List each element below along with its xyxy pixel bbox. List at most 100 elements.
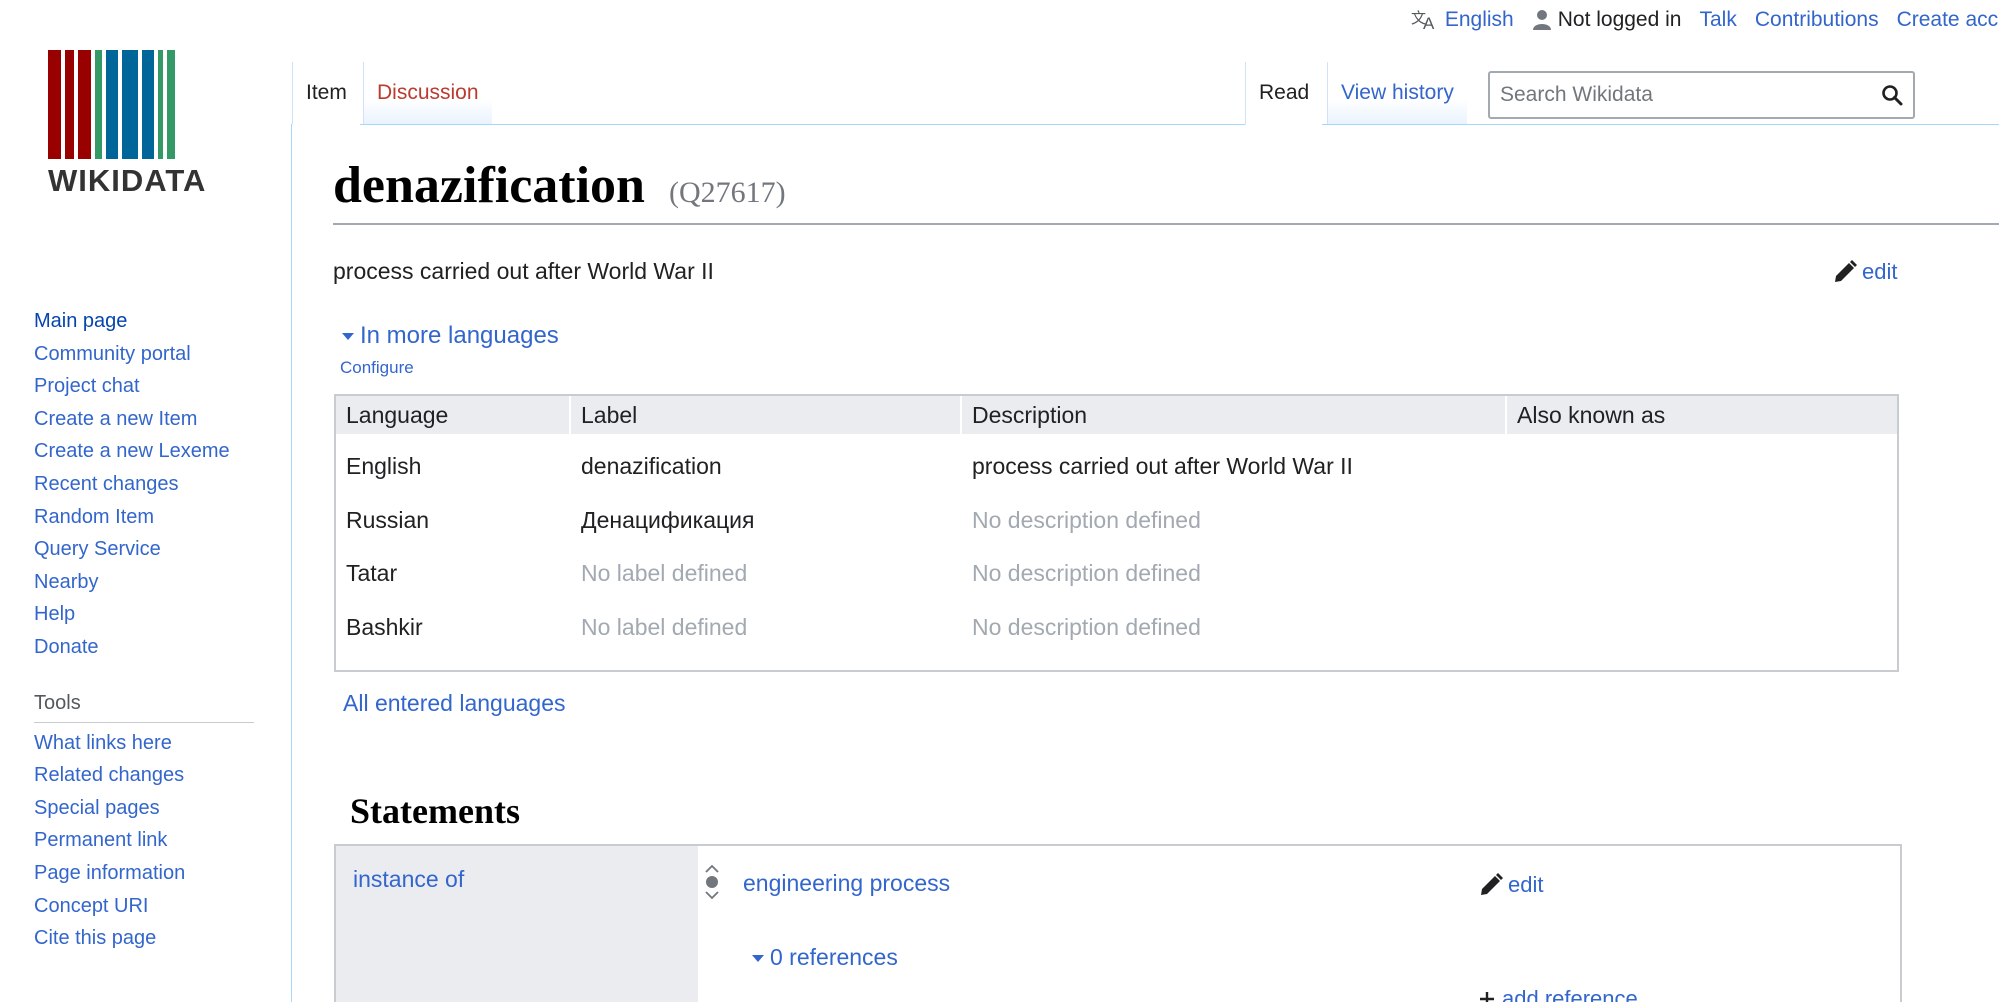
sidebar-item-nearby[interactable]: Nearby [34,566,264,599]
sidebar-item-help[interactable]: Help [34,598,264,631]
language-cell: Tatar [346,560,398,587]
label-cell: Денацификация [581,506,755,533]
in-more-languages-label: In more languages [360,322,559,349]
table-header: Language Label Description Also known as [336,396,1897,434]
sidebar-item-random-item[interactable]: Random Item [34,501,264,534]
sidebar-tools: What links here Related changes Special … [34,727,264,955]
logo-bar [167,50,175,159]
create-account-link[interactable]: Create account [1897,8,1999,32]
language-link[interactable]: English [1445,8,1514,32]
item-id: (Q27617) [668,176,786,209]
sidebar-item-main-page[interactable]: Main page [34,305,264,338]
search-input[interactable] [1500,83,1860,107]
description-cell: No description defined [972,613,1201,640]
column-header-aliases: Also known as [1517,402,1666,428]
svg-text:A: A [1423,14,1435,31]
tab-item[interactable]: Item [292,62,360,125]
all-entered-languages-link[interactable]: All entered languages [343,690,566,717]
column-header-description: Description [962,396,1507,434]
sidebar-item-related-changes[interactable]: Related changes [34,759,264,792]
item-description: process carried out after World War II [333,258,714,284]
statements-heading: Statements [350,791,520,831]
talk-link[interactable]: Talk [1699,8,1736,32]
logo-bar [122,50,138,159]
sidebar-item-what-links-here[interactable]: What links here [34,727,264,760]
add-reference-label: add reference [1502,986,1638,1002]
user-icon [1532,10,1551,30]
pencil-icon [1835,260,1857,282]
in-more-languages-toggle[interactable]: In more languages [342,322,559,350]
table-row: Tatar No label defined No description de… [336,547,1897,601]
language-selector[interactable]: 文A English [1411,8,1514,32]
table-row: Russian Денацификация No description def… [336,494,1897,548]
logo-bar [48,50,61,159]
tab-read[interactable]: Read [1245,62,1323,125]
plus-icon [1480,992,1494,1002]
edit-label: edit [1862,259,1898,284]
sidebar-item-community-portal[interactable]: Community portal [34,338,264,371]
sidebar-item-cite-this-page[interactable]: Cite this page [34,922,264,955]
logo-bar [142,50,154,159]
logo-barcode [48,50,230,159]
logo-bar [158,50,163,159]
tab-view-history[interactable]: View history [1327,62,1467,124]
tab-discussion-label: Discussion [377,81,479,104]
pencil-icon [1481,873,1503,895]
sidebar-item-create-lexeme[interactable]: Create a new Lexeme [34,435,264,468]
sidebar-item-project-chat[interactable]: Project chat [34,370,264,403]
sidebar-item-permanent-link[interactable]: Permanent link [34,824,264,857]
sidebar-item-special-pages[interactable]: Special pages [34,792,264,825]
description-cell: No description defined [972,506,1201,533]
page-heading: denazification (Q27617) [333,156,1999,225]
description-cell: No description defined [972,560,1201,587]
sidebar-item-page-information[interactable]: Page information [34,857,264,890]
configure-link[interactable]: Configure [340,358,414,378]
edit-statement-button[interactable]: edit [1478,872,1543,898]
references-label: 0 references [770,944,898,970]
language-cell: English [346,453,422,480]
sidebar-item-donate[interactable]: Donate [34,631,264,664]
tab-read-label: Read [1259,81,1310,104]
sidebar-item-concept-uri[interactable]: Concept URI [34,890,264,923]
language-cell: Bashkir [346,613,423,640]
logo-bar [78,50,91,159]
tab-view-history-label: View history [1341,81,1454,104]
label-cell: No label defined [581,560,748,587]
personal-tools: 文A English Not logged in Talk Contributi… [1411,0,1999,40]
add-reference-button[interactable]: add reference [1478,986,1638,1002]
rank-selector-icon[interactable] [704,864,720,905]
search-box [1488,71,1915,119]
tab-item-label: Item [306,81,347,104]
tools-heading: Tools [34,688,254,723]
property-link[interactable]: instance of [353,866,464,892]
table-row: Bashkir No label defined No description … [336,601,1897,655]
sidebar-item-create-item[interactable]: Create a new Item [34,403,264,436]
wikidata-logo[interactable]: WIKIDATA [48,50,230,200]
column-header-label: Label [571,396,962,434]
table-row: English denazification process carried o… [336,440,1897,494]
statement-body: engineering process edit 0 references ad… [698,846,1900,1002]
contributions-link[interactable]: Contributions [1755,8,1879,32]
logo-wordmark: WIKIDATA [48,163,207,198]
edit-terms-button[interactable]: edit [1832,259,1897,285]
description-cell: process carried out after World War II [972,453,1353,480]
user-status: Not logged in [1532,8,1682,32]
column-header-language: Language [336,396,571,434]
edit-label: edit [1508,872,1544,897]
sidebar-item-query-service[interactable]: Query Service [34,533,264,566]
not-logged-in-label: Not logged in [1557,8,1682,31]
statement-property: instance of [336,846,698,1002]
tab-discussion[interactable]: Discussion [363,62,492,124]
language-cell: Russian [346,506,430,533]
references-toggle[interactable]: 0 references [752,944,898,971]
search-icon[interactable] [1881,84,1903,112]
statement-value-link[interactable]: engineering process [743,870,950,897]
page-title: denazification [333,157,645,214]
chevron-down-icon [342,333,354,340]
sidebar-item-recent-changes[interactable]: Recent changes [34,468,264,501]
label-cell: denazification [581,453,722,480]
translate-icon: 文A [1411,10,1435,31]
sidebar: Main page Community portal Project chat … [34,305,264,955]
logo-bar [65,50,74,159]
logo-bar [95,50,102,159]
